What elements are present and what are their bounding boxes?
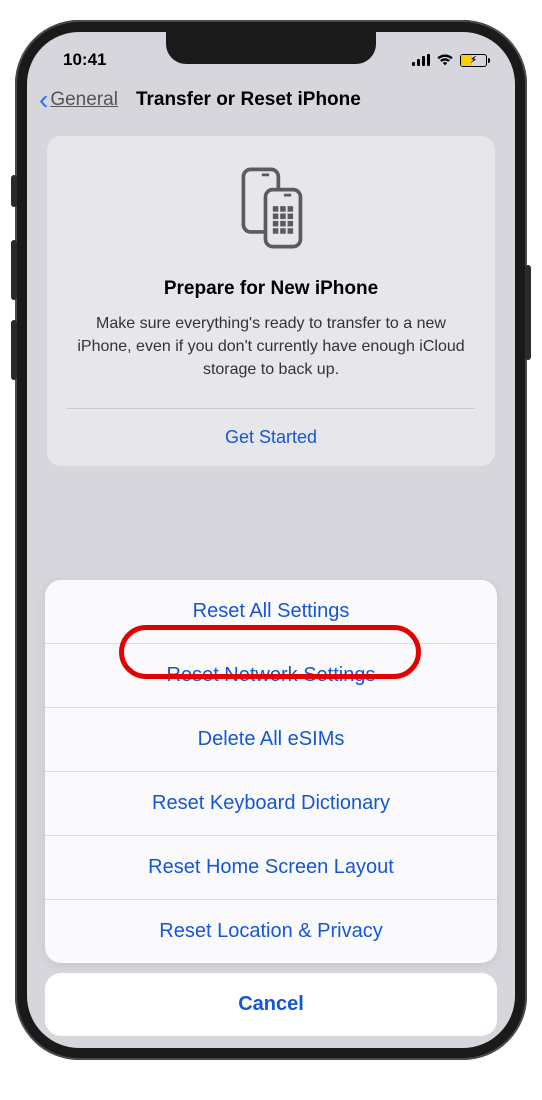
- back-chevron-icon[interactable]: ‹: [39, 86, 48, 114]
- nav-bar: ‹ General Transfer or Reset iPhone: [27, 80, 515, 126]
- get-started-button[interactable]: Get Started: [67, 408, 475, 466]
- status-time: 10:41: [55, 42, 106, 70]
- reset-location-privacy[interactable]: Reset Location & Privacy: [45, 900, 497, 963]
- charging-bolt-icon: ⚡︎: [470, 55, 476, 66]
- prepare-title: Prepare for New iPhone: [67, 278, 475, 300]
- cell-signal-icon: [412, 54, 430, 66]
- reset-all-settings[interactable]: Reset All Settings: [45, 580, 497, 644]
- prepare-description: Make sure everything's ready to transfer…: [71, 312, 471, 382]
- volume-down: [11, 320, 17, 380]
- cancel-button[interactable]: Cancel: [45, 973, 497, 1036]
- back-button[interactable]: General: [50, 89, 118, 111]
- battery-icon: ⚡︎: [460, 54, 487, 67]
- reset-home-screen-layout[interactable]: Reset Home Screen Layout: [45, 836, 497, 900]
- reset-network-settings[interactable]: Reset Network Settings: [45, 644, 497, 708]
- wifi-icon: [436, 53, 454, 67]
- power-button: [525, 265, 531, 360]
- notch: [166, 32, 376, 64]
- mute-switch: [11, 175, 17, 207]
- screen: 10:41 ⚡︎ ‹ General Transfer or Re: [27, 32, 515, 1048]
- delete-all-esims[interactable]: Delete All eSIMs: [45, 708, 497, 772]
- reset-keyboard-dictionary[interactable]: Reset Keyboard Dictionary: [45, 772, 497, 836]
- phone-frame: 10:41 ⚡︎ ‹ General Transfer or Re: [15, 20, 527, 1060]
- devices-icon: [67, 162, 475, 254]
- volume-up: [11, 240, 17, 300]
- prepare-card: Prepare for New iPhone Make sure everyth…: [47, 136, 495, 466]
- page-title: Transfer or Reset iPhone: [136, 89, 361, 111]
- action-sheet: Reset All Settings Reset Network Setting…: [27, 580, 515, 1048]
